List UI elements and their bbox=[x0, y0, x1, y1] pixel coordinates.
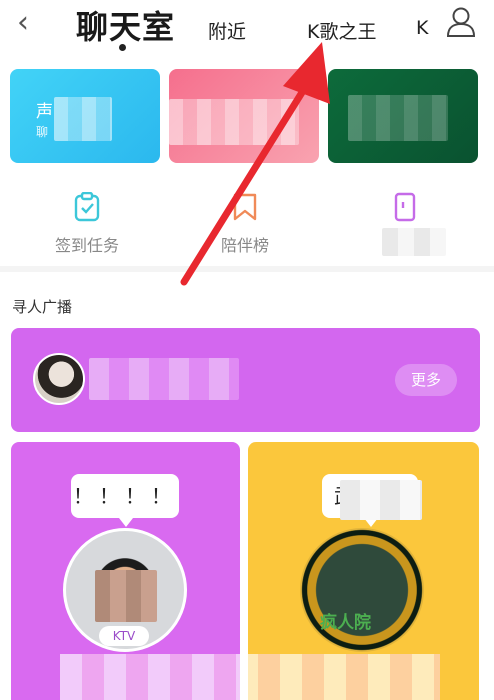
speech-bubble: ！！！！ bbox=[71, 474, 179, 518]
section-title: 寻人广播 bbox=[12, 298, 73, 316]
bookmark-icon bbox=[233, 193, 257, 221]
room-avatar[interactable] bbox=[300, 528, 424, 652]
tab-nearby[interactable]: 附近 bbox=[208, 17, 246, 44]
pixelated-text bbox=[340, 480, 422, 520]
banner-card-2[interactable] bbox=[169, 69, 319, 163]
tab-k-song-king[interactable]: K歌之王 bbox=[307, 17, 376, 44]
user-icon[interactable] bbox=[446, 6, 476, 38]
companion-rank-label: 陪伴榜 bbox=[220, 236, 269, 255]
banner-subtitle: 聊 bbox=[36, 125, 49, 139]
pixelated-face bbox=[95, 570, 157, 622]
tab-chat-room[interactable]: 聊天室 bbox=[76, 2, 175, 48]
speech-bubble-tail bbox=[119, 518, 133, 527]
pixelated-text bbox=[169, 99, 299, 145]
tab-k-partial[interactable]: K bbox=[416, 17, 432, 39]
pixelated-text bbox=[348, 95, 448, 141]
banner-title: 声 bbox=[36, 102, 53, 122]
chevron-left-icon[interactable]: ‹ bbox=[8, 6, 38, 40]
chat-room-screen: ‹ 聊天室 附近 K歌之王 K 声 聊 签到任务 陪伴榜 寻人广播 更多 ！！！… bbox=[0, 0, 494, 700]
broadcast-banner[interactable]: 更多 bbox=[11, 328, 480, 432]
pixelated-text bbox=[54, 97, 112, 141]
pixelated-text bbox=[382, 228, 446, 256]
companion-rank-action[interactable]: 陪伴榜 bbox=[195, 192, 295, 256]
top-nav-bar: ‹ 聊天室 附近 K歌之王 K bbox=[0, 0, 494, 58]
clipboard-check-icon bbox=[74, 192, 100, 222]
checkin-task-action[interactable]: 签到任务 bbox=[37, 192, 137, 256]
pixelated-text bbox=[60, 654, 440, 700]
pixelated-text bbox=[89, 358, 239, 400]
phone-icon bbox=[394, 192, 416, 222]
more-button[interactable]: 更多 bbox=[395, 364, 457, 396]
ktv-badge: KTV bbox=[99, 626, 149, 646]
avatar-stamp-text: 疯人院 bbox=[320, 613, 371, 633]
banner-card-3[interactable] bbox=[328, 69, 478, 163]
banner-card-1[interactable]: 声 聊 bbox=[10, 69, 160, 163]
checkin-task-label: 签到任务 bbox=[54, 236, 119, 255]
active-tab-indicator bbox=[119, 44, 126, 51]
avatar[interactable] bbox=[33, 353, 85, 405]
section-divider bbox=[0, 266, 494, 272]
